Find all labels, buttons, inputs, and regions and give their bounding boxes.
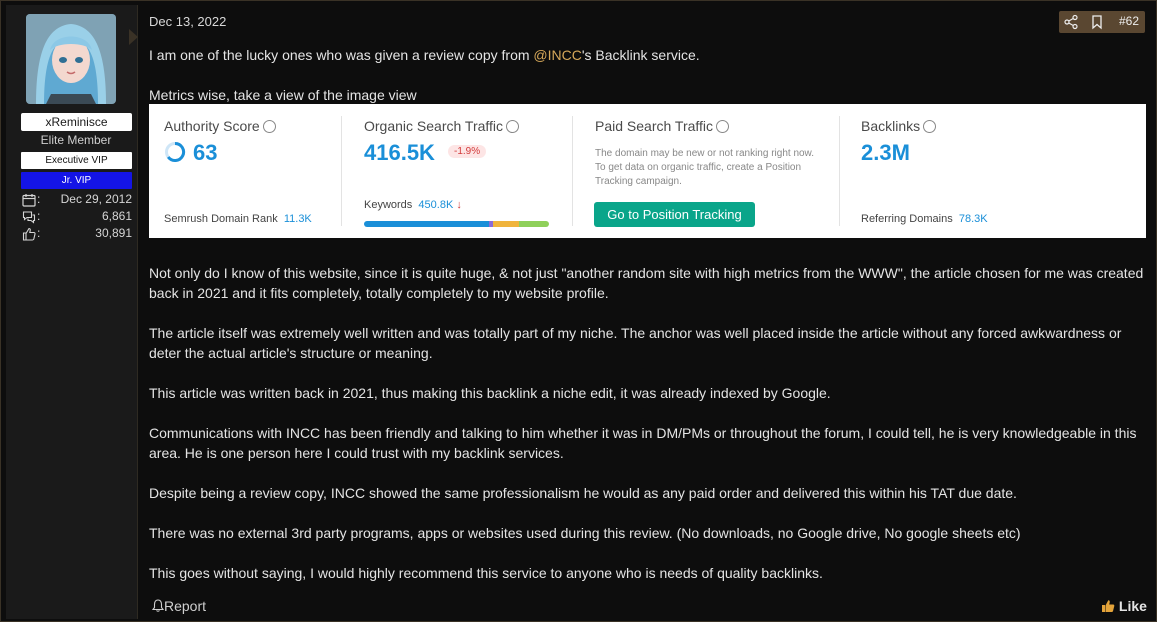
thumbs-up-icon xyxy=(22,227,36,241)
metric-paid: Paid Search Traffic The domain may be ne… xyxy=(573,104,839,238)
metric-backlinks-value: 2.3M xyxy=(861,140,910,165)
like-button[interactable]: Like xyxy=(1101,598,1147,614)
authority-ring-icon xyxy=(165,141,186,162)
share-icon[interactable] xyxy=(1063,14,1079,30)
metric-organic-value: 416.5K xyxy=(364,140,435,165)
metric-authority-sub: Semrush Domain Rank 11.3K xyxy=(164,213,312,225)
post-actions: #62 xyxy=(1059,11,1145,33)
avatar-image xyxy=(26,14,116,104)
metric-paid-desc: The domain may be new or not ranking rig… xyxy=(595,148,815,187)
stat-joined-value: Dec 29, 2012 xyxy=(60,192,132,206)
post-paragraph: There was no external 3rd party programs… xyxy=(149,525,1021,541)
metric-authority: Authority Score 63 Semrush Domain Rank 1… xyxy=(149,104,341,238)
post-paragraph: Not only do I know of this website, sinc… xyxy=(149,265,1144,301)
metric-backlinks: Backlinks 2.3M Referring Domains 78.3K xyxy=(840,104,1146,238)
help-icon xyxy=(716,120,730,133)
post-date[interactable]: Dec 13, 2022 xyxy=(149,14,226,29)
help-icon xyxy=(923,120,937,133)
metric-organic-sub: Keywords 450.8K ↓ xyxy=(364,199,462,211)
metrics-panel: Authority Score 63 Semrush Domain Rank 1… xyxy=(149,104,1146,238)
post-paragraph: The article itself was extremely well wr… xyxy=(149,325,1122,361)
badge-executive-vip: Executive VIP xyxy=(21,152,132,169)
metric-authority-label: Authority Score xyxy=(164,118,276,134)
user-mention-link[interactable]: @INCC xyxy=(533,47,581,63)
help-icon xyxy=(262,120,276,133)
post-paragraph: Communications with INCC has been friend… xyxy=(149,425,1137,461)
stat-reactions: : 30,891 xyxy=(22,226,132,242)
like-label: Like xyxy=(1118,598,1147,614)
badge-jr-vip: Jr. VIP xyxy=(21,172,132,189)
thumbs-up-icon xyxy=(1102,600,1115,612)
metrics-caption: Metrics wise, take a view of the image v… xyxy=(149,87,417,103)
calendar-icon xyxy=(22,194,36,207)
avatar[interactable] xyxy=(26,14,116,104)
metric-organic-change: -1.9% xyxy=(448,145,487,158)
report-link[interactable]: Report xyxy=(151,598,207,614)
metric-organic: Organic Search Traffic 416.5K -1.9% Keyw… xyxy=(342,104,572,238)
metric-organic-label: Organic Search Traffic xyxy=(364,118,520,134)
stat-messages-value: 6,861 xyxy=(101,209,132,223)
report-label: Report xyxy=(164,598,207,614)
post-paragraph: Despite being a review copy, INCC showed… xyxy=(149,485,1017,501)
help-icon xyxy=(506,120,520,133)
metric-authority-value: 63 xyxy=(193,140,218,165)
bookmark-icon[interactable] xyxy=(1089,14,1105,30)
metric-backlinks-label: Backlinks xyxy=(861,118,937,134)
username[interactable]: xReminisce xyxy=(21,113,132,131)
stat-joined: : Dec 29, 2012 xyxy=(22,192,132,208)
stat-messages: : 6,861 xyxy=(22,209,132,225)
messages-icon xyxy=(22,211,36,224)
post-number[interactable]: #62 xyxy=(1119,14,1139,28)
user-rank: Elite Member xyxy=(40,133,112,147)
post-paragraph: This article was written back in 2021, t… xyxy=(149,385,831,401)
down-arrow-icon: ↓ xyxy=(456,199,462,211)
sidebar-pointer xyxy=(129,29,138,45)
stat-reactions-value: 30,891 xyxy=(95,226,132,240)
go-to-position-tracking-button[interactable]: Go to Position Tracking xyxy=(594,202,755,227)
post-container: xReminisce Elite Member Executive VIP Jr… xyxy=(0,0,1157,622)
keywords-distribution-bar xyxy=(364,221,549,227)
post-paragraph: This goes without saying, I would highly… xyxy=(149,565,823,581)
bell-icon xyxy=(151,599,165,612)
user-sidebar: xReminisce Elite Member Executive VIP Jr… xyxy=(6,5,138,619)
metric-backlinks-sub: Referring Domains 78.3K xyxy=(861,213,988,225)
post-intro: I am one of the lucky ones who was given… xyxy=(149,47,700,63)
metric-paid-label: Paid Search Traffic xyxy=(595,118,730,134)
